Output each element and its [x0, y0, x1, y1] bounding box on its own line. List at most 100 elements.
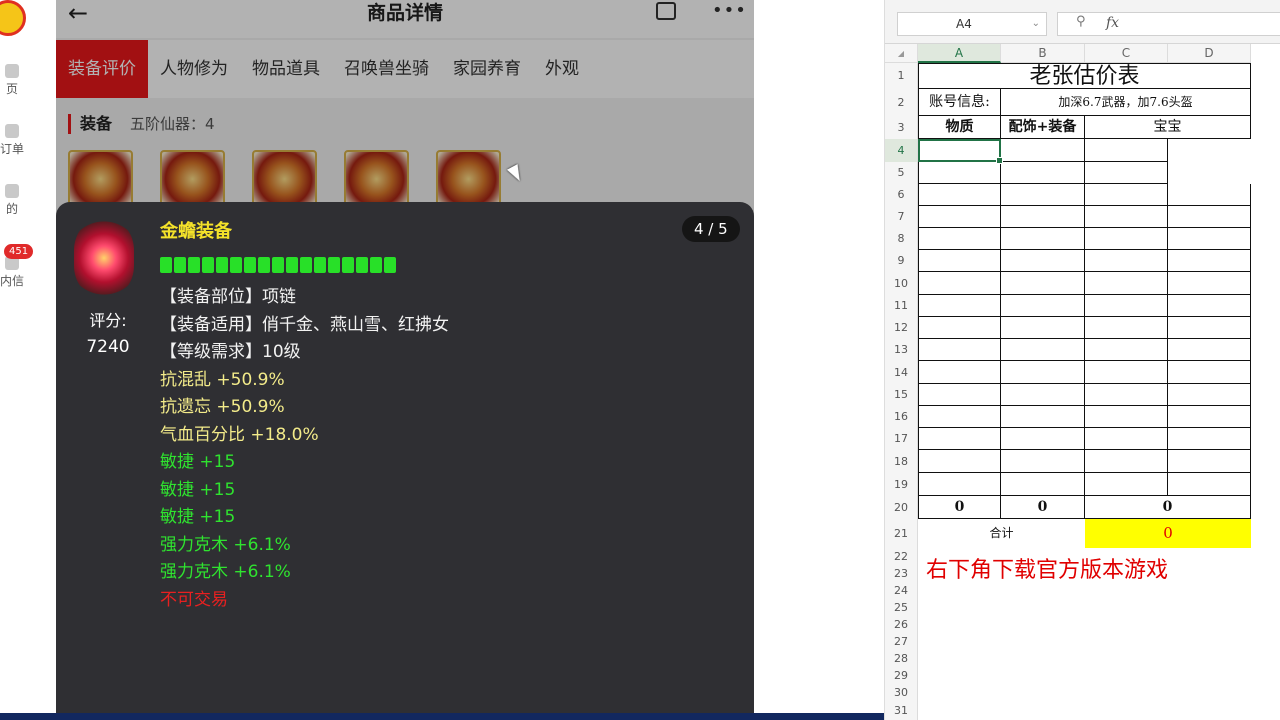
row-header[interactable]: 18 [885, 450, 918, 473]
header-cell-pet[interactable]: 宝宝 [1085, 116, 1251, 139]
sheet-cell[interactable] [1001, 139, 1085, 162]
chevron-down-icon[interactable]: ⌄ [1032, 13, 1040, 35]
sheet-cell[interactable] [1001, 450, 1085, 473]
sheet-cell[interactable] [1085, 250, 1168, 272]
sheet-cell[interactable] [1168, 139, 1251, 162]
row-header[interactable]: 13 [885, 339, 918, 361]
sheet-cell[interactable] [1085, 184, 1168, 206]
sheet-cell[interactable] [1168, 295, 1251, 317]
sheet-cell[interactable] [1085, 162, 1168, 184]
row-header[interactable]: 26 [885, 616, 918, 633]
sheet-cell[interactable] [1085, 406, 1168, 428]
sidebar-item-mine[interactable]: 的 [0, 184, 32, 217]
sheet-cell[interactable] [1001, 295, 1085, 317]
active-cell-a4[interactable] [918, 139, 1003, 164]
name-box[interactable]: A4 ⌄ [897, 12, 1047, 36]
total-label-cell[interactable]: 合计 [918, 519, 1085, 548]
promo-text[interactable]: 右下角下载官方版本游戏 [918, 554, 1280, 588]
sheet-cell[interactable] [1085, 317, 1168, 339]
header-cell-accessories[interactable]: 配饰+装备 [1001, 116, 1085, 139]
sheet-cell[interactable] [1168, 339, 1251, 361]
sheet-cell[interactable] [918, 228, 1001, 250]
sheet-cell[interactable] [918, 406, 1001, 428]
sheet-cell[interactable] [1001, 339, 1085, 361]
formula-input[interactable]: ⚲ fx [1057, 12, 1280, 36]
sheet-cell[interactable] [1168, 406, 1251, 428]
sidebar-item-messages[interactable]: 内信 [0, 256, 32, 289]
sheet-cell[interactable] [918, 162, 1001, 184]
sheet-cell[interactable] [918, 428, 1001, 450]
function-icon[interactable]: fx [1106, 15, 1119, 31]
sheet-cell[interactable] [1001, 428, 1085, 450]
row-header[interactable]: 28 [885, 650, 918, 667]
sheet-cell[interactable] [918, 295, 1001, 317]
row-header[interactable]: 12 [885, 317, 918, 339]
sheet-cell[interactable] [1001, 272, 1085, 295]
app-logo[interactable] [0, 0, 26, 36]
row-header[interactable]: 9 [885, 250, 918, 272]
sheet-cell[interactable] [918, 272, 1001, 295]
sheet-cell[interactable] [1168, 228, 1251, 250]
sheet-cell[interactable] [1085, 450, 1168, 473]
sheet-cell[interactable] [1168, 272, 1251, 295]
row-header[interactable]: 17 [885, 428, 918, 450]
sheet-cell[interactable] [1001, 206, 1085, 228]
sheet-cell[interactable] [1168, 317, 1251, 339]
sum-cell[interactable]: 0 [1085, 496, 1251, 519]
sheet-cell[interactable] [1085, 295, 1168, 317]
sheet-cell[interactable] [1168, 361, 1251, 384]
row-header[interactable]: 27 [885, 633, 918, 650]
sheet-cell[interactable] [1085, 473, 1168, 496]
sheet-cell[interactable] [1001, 250, 1085, 272]
sheet-cell[interactable] [1085, 272, 1168, 295]
sidebar-item-orders[interactable]: 订单 [0, 124, 32, 157]
row-header[interactable]: 10 [885, 272, 918, 295]
sheet-title[interactable]: 老张估价表 [918, 63, 1251, 89]
column-header-d[interactable]: D [1168, 44, 1251, 63]
sheet-cell[interactable] [1168, 384, 1251, 406]
sheet-cell[interactable] [1085, 384, 1168, 406]
row-header[interactable]: 15 [885, 384, 918, 406]
sheet-cell[interactable] [918, 450, 1001, 473]
sum-cell[interactable]: 0 [1001, 496, 1085, 519]
sheet-cell[interactable] [1085, 228, 1168, 250]
column-header-c[interactable]: C [1085, 44, 1168, 63]
row-header[interactable]: 25 [885, 599, 918, 616]
sheet-cell[interactable] [1085, 428, 1168, 450]
sheet-cell[interactable] [1001, 361, 1085, 384]
sheet-cell[interactable] [1001, 184, 1085, 206]
sheet-cell[interactable] [1168, 473, 1251, 496]
sheet-cell[interactable] [1168, 206, 1251, 228]
column-header-a[interactable]: A [918, 44, 1001, 63]
sheet-cell[interactable] [918, 339, 1001, 361]
total-value-cell[interactable]: 0 [1085, 519, 1251, 548]
row-header[interactable]: 30 [885, 684, 918, 701]
row-header[interactable]: 3 [885, 116, 918, 139]
row-header[interactable]: 11 [885, 295, 918, 317]
sheet-cell[interactable] [918, 384, 1001, 406]
sheet-cell[interactable] [1001, 384, 1085, 406]
row-header[interactable]: 21 [885, 519, 918, 548]
sheet-cell[interactable] [1168, 162, 1251, 184]
column-header-b[interactable]: B [1001, 44, 1085, 63]
row-header[interactable]: 23 [885, 565, 918, 582]
sheet-cell[interactable] [1001, 317, 1085, 339]
account-label-cell[interactable]: 账号信息: [918, 89, 1001, 116]
sheet-cell[interactable] [1168, 428, 1251, 450]
account-value-cell[interactable]: 加深6.7武器，加7.6头盔 [1001, 89, 1251, 116]
sheet-cell[interactable] [1168, 250, 1251, 272]
sidebar-item-home[interactable]: 页 [0, 64, 32, 97]
row-header[interactable]: 16 [885, 406, 918, 428]
row-header[interactable]: 24 [885, 582, 918, 599]
sheet-cell[interactable] [1085, 139, 1168, 162]
row-header[interactable]: 7 [885, 206, 918, 228]
sheet-cell[interactable] [1085, 339, 1168, 361]
header-cell-material[interactable]: 物质 [918, 116, 1001, 139]
row-header[interactable]: 29 [885, 667, 918, 684]
sheet-cell[interactable] [1085, 206, 1168, 228]
select-all-corner[interactable]: ◢ [885, 44, 918, 63]
row-header[interactable]: 1 [885, 63, 918, 89]
sheet-cell[interactable] [1001, 406, 1085, 428]
row-header[interactable]: 8 [885, 228, 918, 250]
sheet-cell[interactable] [1001, 162, 1085, 184]
